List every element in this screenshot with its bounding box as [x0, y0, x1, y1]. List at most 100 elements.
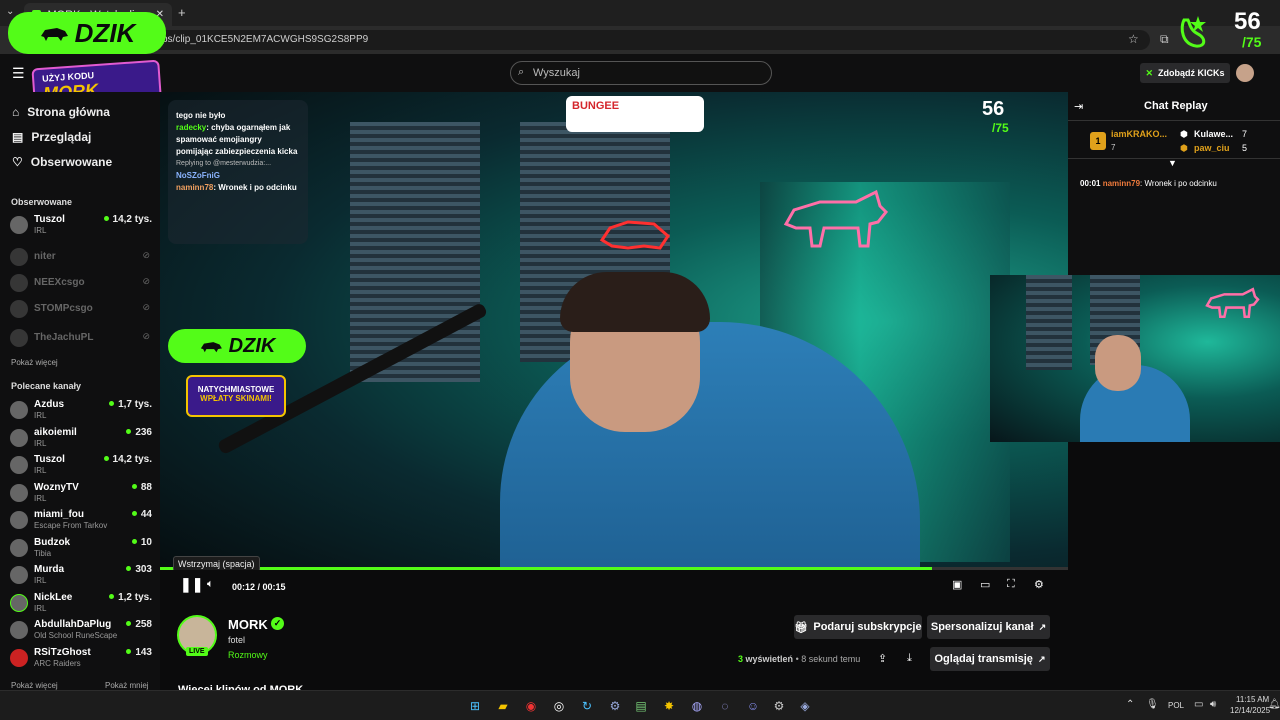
followed-channel[interactable]: Tuszol IRL 14,2 tys.: [10, 214, 152, 238]
viewer-count: 236: [126, 427, 152, 438]
notifications-icon[interactable]: 🔔︎: [1268, 699, 1280, 710]
recommended-channel[interactable]: WoznyTV IRL 88: [10, 482, 152, 506]
video-counter-overlay: 56 /75: [982, 98, 1009, 135]
download-icon[interactable]: ⤓: [907, 652, 912, 665]
watch-stream-button[interactable]: Oglądaj transmisję ↗: [930, 647, 1050, 671]
volume-icon[interactable]: 🔈︎: [207, 578, 214, 591]
pause-icon[interactable]: ❚❚: [180, 576, 203, 593]
pip-icon[interactable]: ▣: [952, 578, 962, 591]
search-placeholder: Wyszukaj: [533, 67, 580, 79]
channel-category: ARC Raiders: [34, 659, 81, 668]
network-icon[interactable]: ▭: [1194, 699, 1203, 710]
gift-subs-button[interactable]: 🎁︎ Podaruj subskrypcje: [794, 615, 922, 639]
show-more-link[interactable]: Pokaż więcej: [11, 358, 58, 367]
recommended-channel[interactable]: Budzok Tibia 10: [10, 537, 152, 561]
recommended-channel[interactable]: aikoiemil IRL 236: [10, 427, 152, 451]
nav-home[interactable]: ⌂ Strona główna: [12, 102, 110, 122]
chrome-icon[interactable]: ◉: [522, 697, 540, 715]
category-link[interactable]: Rozmowy: [228, 650, 268, 660]
clock-time[interactable]: 11:15 AM: [1236, 695, 1269, 704]
recommended-channel[interactable]: NickLee IRL 1,2 tys.: [10, 592, 152, 616]
url-text: ps/clip_01KCE5N2EM7ACWGHS9SG2S8PP9: [162, 34, 369, 45]
personalize-button[interactable]: Spersonalizuj kanał ↗: [927, 615, 1050, 639]
leader-name[interactable]: Kulawe...: [1194, 129, 1233, 139]
avatar: [10, 401, 28, 419]
followed-channel[interactable]: STOMPcsgo ⊘: [10, 298, 152, 322]
settings-icon[interactable]: ⚙: [1034, 578, 1044, 591]
counter-value: 56: [1234, 8, 1261, 35]
terminal-icon[interactable]: ▤: [632, 697, 650, 715]
volume-icon[interactable]: 🔊︎: [1210, 699, 1216, 710]
leader-name[interactable]: iamKRAKO...: [1111, 129, 1167, 139]
recommended-channel[interactable]: Azdus IRL 1,7 tys.: [10, 399, 152, 423]
windows-start-icon[interactable]: ⊞: [466, 697, 484, 715]
offline-icon: ⊘: [142, 276, 150, 286]
followed-channel[interactable]: TheJachuPL ⊘: [10, 327, 152, 351]
tray-chevron-icon[interactable]: ⌃: [1126, 699, 1134, 710]
chat-message: 00:01 naminn79: Wronek i po odcinku: [1080, 179, 1217, 188]
menu-icon[interactable]: ☰: [12, 65, 25, 82]
nav-following[interactable]: ♡ Obserwowane: [12, 152, 112, 172]
viewer-count: 258: [126, 619, 152, 630]
url-field[interactable]: ps/clip_01KCE5N2EM7ACWGHS9SG2S8PP9: [150, 30, 1150, 50]
expand-leaders-icon[interactable]: ▼: [1168, 158, 1177, 168]
recommended-channel[interactable]: miami_fou Escape From Tarkov 44: [10, 509, 152, 533]
settings-icon[interactable]: ⚙: [770, 697, 788, 715]
promo-line-2: WPŁATY SKINAMI!: [200, 394, 272, 403]
followed-header: Obserwowane: [11, 197, 73, 207]
language-indicator[interactable]: POL: [1168, 701, 1184, 710]
followed-channel[interactable]: NEEXcsgo ⊘: [10, 272, 152, 296]
channel-name: Azdus: [34, 399, 64, 410]
extensions-icon[interactable]: ⧉: [1160, 32, 1169, 47]
avatar: [10, 484, 28, 502]
leader-name[interactable]: paw_ciu: [1194, 143, 1230, 153]
counter-total: /75: [1242, 34, 1262, 50]
search-input[interactable]: ⌕ Wyszukaj: [510, 61, 772, 85]
app-icon[interactable]: ◌: [716, 697, 734, 715]
new-tab-icon[interactable]: +: [178, 5, 186, 20]
avatar: [10, 216, 28, 234]
mic-icon[interactable]: 🎙︎: [1146, 699, 1159, 710]
app-icon[interactable]: ◍: [688, 697, 706, 715]
video-player[interactable]: tego nie było radecky: chyba ogarnąłem j…: [160, 92, 1068, 602]
channel-name: Tuszol: [34, 454, 65, 465]
get-kicks-button[interactable]: ✕ Zdobądź KICKs: [1140, 63, 1230, 83]
followed-channel[interactable]: niter ⊘: [10, 246, 152, 270]
nav-following-label: Obserwowane: [30, 155, 113, 169]
recommended-header: Polecane kanały: [11, 381, 82, 391]
show-less-link[interactable]: Pokaż mniej: [105, 681, 149, 690]
channel-name[interactable]: MORK: [228, 617, 268, 632]
personalize-label: Spersonalizuj kanał: [930, 621, 1034, 633]
file-explorer-icon[interactable]: ▰: [494, 697, 512, 715]
clock-date[interactable]: 12/14/2025: [1230, 706, 1270, 715]
channel-name: Murda: [34, 564, 64, 575]
watch-stream-label: Oglądaj transmisję: [934, 653, 1033, 665]
fullscreen-icon[interactable]: ⛶: [1007, 578, 1015, 591]
recommended-channel[interactable]: RSiTzGhost ARC Raiders 143: [10, 647, 152, 671]
recommended-channel[interactable]: Tuszol IRL 14,2 tys.: [10, 454, 152, 478]
dzik-overlay-badge: DZIK: [8, 12, 166, 54]
steam-icon[interactable]: ⚙: [606, 697, 624, 715]
nav-browse[interactable]: ▤ Przeglądaj: [12, 127, 91, 147]
heart-icon: ♡: [12, 155, 23, 169]
show-more-link[interactable]: Pokaż więcej: [11, 681, 58, 690]
recommended-channel[interactable]: AbdullahDaPlug Old School RuneScape 258: [10, 619, 152, 643]
discord-icon[interactable]: ☺: [744, 697, 762, 715]
collapse-chat-icon[interactable]: ⇥: [1074, 100, 1083, 113]
app-icon[interactable]: ↻: [578, 697, 596, 715]
message-user[interactable]: naminn79: [1103, 179, 1140, 188]
counter-value: 56: [982, 98, 1005, 120]
person-hair: [560, 272, 710, 332]
share-icon[interactable]: ⇪: [878, 652, 887, 665]
pip-person-head: [1095, 335, 1141, 391]
user-avatar[interactable]: [1236, 64, 1254, 82]
avatar: [10, 248, 28, 266]
offline-icon: ⊘: [142, 302, 150, 312]
steam-icon[interactable]: ◈: [796, 697, 814, 715]
browse-icon: ▤: [12, 130, 24, 144]
app-icon[interactable]: ✸: [660, 697, 678, 715]
recommended-channel[interactable]: Murda IRL 303: [10, 564, 152, 588]
bookmark-star-icon[interactable]: ☆: [1128, 32, 1139, 46]
app-icon[interactable]: ◎: [550, 697, 568, 715]
theater-mode-icon[interactable]: ▭: [980, 578, 990, 591]
